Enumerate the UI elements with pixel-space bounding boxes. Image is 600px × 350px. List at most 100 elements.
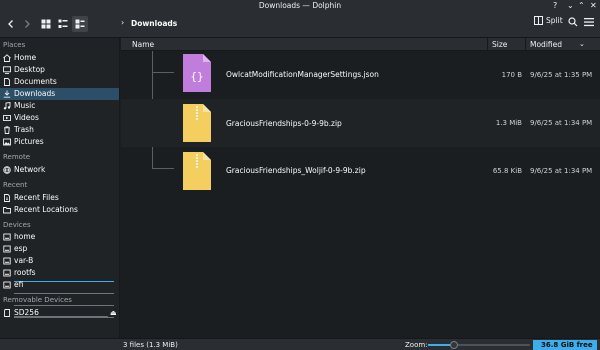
file-modified: 9/6/25 at 1:35 PM xyxy=(530,71,593,79)
recent-section-title: Recent xyxy=(3,181,28,189)
close-button[interactable]: ✕ xyxy=(590,1,597,10)
home-icon xyxy=(3,54,11,62)
places-panel: Places Home Desktop Documents Downloads … xyxy=(0,38,120,338)
hamburger-menu-icon[interactable] xyxy=(584,17,594,27)
sidebar-item-home-drive[interactable]: home xyxy=(0,231,119,243)
free-space-label: 36.8 GiB free xyxy=(541,341,593,349)
sidebar-item-network[interactable]: Network xyxy=(0,164,119,176)
sidebar-item-recent-files[interactable]: Recent Files xyxy=(0,192,119,204)
sidebar-item-label: Pictures xyxy=(14,137,44,146)
sidebar-item-efi[interactable]: efi xyxy=(0,279,119,291)
sidebar-item-label: esp xyxy=(14,244,28,253)
capacity-bar-var-b xyxy=(14,305,114,306)
sidebar-item-label: Videos xyxy=(14,113,39,122)
documents-icon xyxy=(4,78,10,86)
eject-icon[interactable]: ⏏ xyxy=(110,307,117,319)
sidebar-item-downloads[interactable]: Downloads xyxy=(0,88,119,100)
sidebar-item-label: Music xyxy=(14,101,36,110)
removable-section-title: Removable Devices xyxy=(3,296,72,304)
sidebar-item-label: home xyxy=(14,232,36,241)
table-row[interactable]: {} OwlcatModificationManagerSettings.jso… xyxy=(121,51,600,99)
sidebar-item-recent-locations[interactable]: Recent Locations xyxy=(0,204,119,216)
status-bar: 3 files (1.3 MiB) Zoom: 36.8 GiB free xyxy=(0,338,600,350)
sort-chevron-icon[interactable]: ⌄ xyxy=(579,40,585,48)
svg-text:{}: {} xyxy=(190,70,203,83)
details-view-icon xyxy=(75,19,85,29)
sidebar-item-label: Trash xyxy=(14,125,34,134)
devices-section-title: Devices xyxy=(3,221,31,229)
zoom-slider-handle[interactable] xyxy=(450,341,458,349)
sidebar-item-pictures[interactable]: Pictures xyxy=(0,136,119,148)
back-button[interactable] xyxy=(3,16,19,32)
remote-section-title: Remote xyxy=(3,153,31,161)
file-name[interactable]: GraciousFriendships_Woljif-0-9-9b.zip xyxy=(226,166,366,175)
column-divider xyxy=(487,38,488,51)
compact-view-button[interactable] xyxy=(55,16,71,32)
search-icon[interactable] xyxy=(568,17,578,27)
downloads-icon xyxy=(3,90,11,98)
sidebar-item-label: Desktop xyxy=(14,65,45,74)
table-row[interactable]: GraciousFriendships-0-9-9b.zip 1.3 MiB 9… xyxy=(121,99,600,147)
file-size: 65.8 KiB xyxy=(492,167,522,175)
maximize-button[interactable]: ⌃ xyxy=(578,1,585,10)
split-button[interactable]: Split xyxy=(534,16,563,25)
drive-icon xyxy=(3,257,11,265)
breadcrumb-arrow[interactable]: › xyxy=(121,18,124,27)
drive-icon xyxy=(3,281,11,289)
capacity-bar-esp xyxy=(14,293,114,294)
column-modified[interactable]: Modified xyxy=(530,40,562,49)
sidebar-item-rootfs[interactable]: rootfs xyxy=(0,267,119,279)
sidebar-item-label: var-B xyxy=(14,256,34,265)
sidebar-item-trash[interactable]: Trash xyxy=(0,124,119,136)
sidebar-item-var-b[interactable]: var-B xyxy=(0,255,119,267)
file-size: 170 B xyxy=(501,71,522,79)
music-icon xyxy=(3,102,11,110)
sidebar-item-documents[interactable]: Documents xyxy=(0,76,119,88)
sidebar-item-label: Documents xyxy=(14,77,57,86)
file-view[interactable]: {} OwlcatModificationManagerSettings.jso… xyxy=(121,51,600,338)
zip-file-icon xyxy=(183,104,211,142)
help-button[interactable]: ? xyxy=(553,1,557,10)
places-section-title: Places xyxy=(3,41,26,49)
file-size: 1.3 MiB xyxy=(495,119,522,127)
chevron-right-icon xyxy=(25,20,30,28)
sdcard-icon xyxy=(4,309,10,317)
sidebar-item-label: Home xyxy=(14,53,37,62)
drive-icon xyxy=(3,269,11,277)
chevron-left-icon xyxy=(8,20,13,28)
window-title: Downloads — Dolphin xyxy=(258,1,342,10)
breadcrumb-downloads[interactable]: Downloads xyxy=(131,19,177,28)
file-name[interactable]: GraciousFriendships-0-9-9b.zip xyxy=(226,119,342,128)
file-modified: 9/6/25 at 1:34 PM xyxy=(530,167,593,175)
recent-files-icon xyxy=(4,194,10,202)
sidebar-item-sd256[interactable]: SD256 ⏏ xyxy=(0,307,119,319)
sidebar-item-label: rootfs xyxy=(14,268,36,277)
pictures-icon xyxy=(3,138,11,146)
sidebar-item-esp[interactable]: esp xyxy=(0,243,119,255)
icons-view-button[interactable] xyxy=(38,16,54,32)
zoom-label: Zoom: xyxy=(405,341,428,349)
sidebar-item-label: Recent Locations xyxy=(14,205,78,214)
sidebar-item-videos[interactable]: Videos xyxy=(0,112,119,124)
sidebar-item-label: Recent Files xyxy=(14,193,59,202)
network-icon xyxy=(3,166,11,174)
sidebar-item-music[interactable]: Music xyxy=(0,100,119,112)
forward-button[interactable] xyxy=(19,16,35,32)
sidebar-item-home[interactable]: Home xyxy=(0,52,119,64)
column-size[interactable]: Size xyxy=(492,40,507,49)
file-modified: 9/6/25 at 1:34 PM xyxy=(530,119,593,127)
videos-icon xyxy=(3,115,11,121)
split-label: Split xyxy=(546,16,563,25)
details-view-button[interactable] xyxy=(72,16,88,32)
drive-icon xyxy=(3,233,11,241)
trash-icon xyxy=(4,126,10,134)
capacity-bar-sd256 xyxy=(14,316,108,317)
icons-view-icon xyxy=(41,19,51,29)
file-name[interactable]: OwlcatModificationManagerSettings.json xyxy=(226,70,379,79)
column-header: Name Size Modified ⌄ xyxy=(121,38,600,51)
minimize-button[interactable]: ⌄ xyxy=(567,1,574,10)
compact-view-icon xyxy=(58,19,68,28)
column-name[interactable]: Name xyxy=(132,40,154,49)
table-row[interactable]: GraciousFriendships_Woljif-0-9-9b.zip 65… xyxy=(121,147,600,195)
sidebar-item-desktop[interactable]: Desktop xyxy=(0,64,119,76)
